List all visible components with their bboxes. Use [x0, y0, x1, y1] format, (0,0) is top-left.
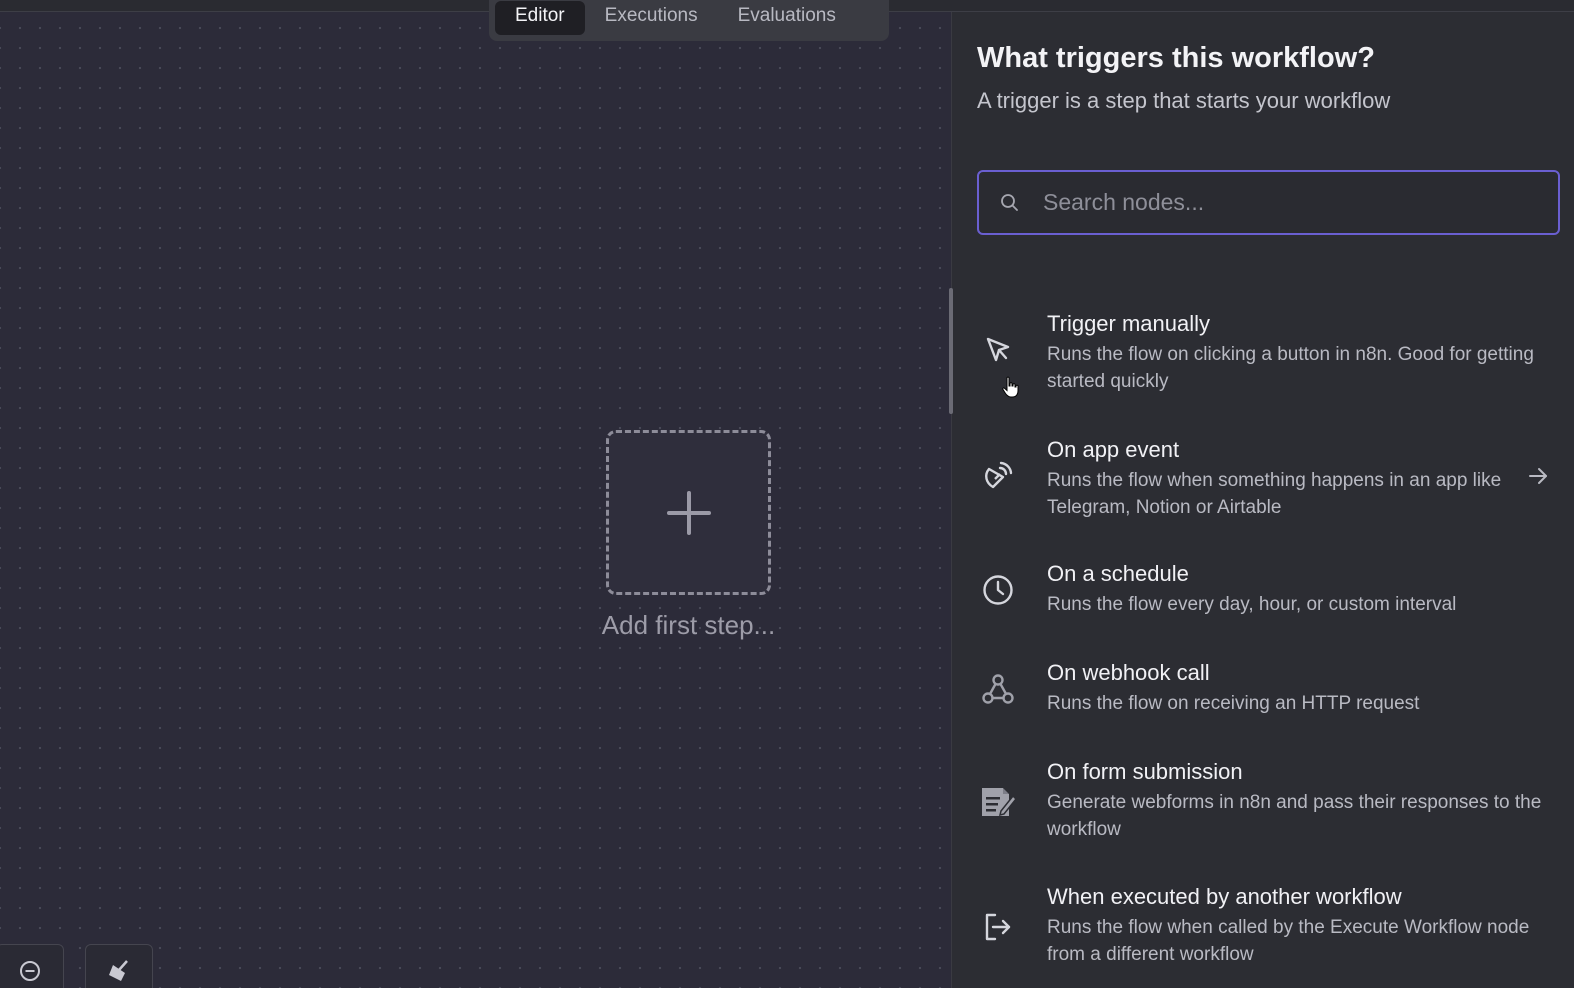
search-input[interactable] — [1041, 182, 1558, 223]
node-description: Runs the flow on clicking a button in n8… — [1047, 344, 1534, 392]
node-description: Runs the flow when called by the Execute… — [1047, 917, 1530, 965]
node-title: When executed by another workflow — [1047, 884, 1402, 909]
node-description: Generate webforms in n8n and pass their … — [1047, 792, 1542, 840]
node-title: On webhook call — [1047, 660, 1210, 685]
webhook-icon — [978, 669, 1018, 709]
node-on-schedule[interactable]: On a schedule Runs the flow every day, h… — [952, 560, 1574, 636]
tidy-up-button[interactable] — [85, 944, 153, 988]
node-title: On app event — [1047, 437, 1180, 462]
tab-evaluations[interactable]: Evaluations — [718, 1, 856, 35]
node-trigger-manually[interactable]: Trigger manually Runs the flow on clicki… — [952, 308, 1574, 408]
add-first-step-button[interactable] — [606, 430, 771, 595]
panel-subtitle: A trigger is a step that starts your wor… — [977, 88, 1391, 113]
node-on-form-submission[interactable]: On form submission Generate webforms in … — [952, 758, 1574, 858]
plus-icon — [666, 490, 711, 535]
cursor-arrow-icon — [978, 330, 1018, 370]
add-first-step-label: Add first step... — [601, 610, 776, 640]
panel-title: What triggers this workflow? — [977, 42, 1375, 74]
satellite-dish-icon — [978, 456, 1018, 496]
search-box[interactable] — [977, 170, 1560, 235]
node-description: Runs the flow on receiving an HTTP reque… — [1047, 693, 1420, 714]
search-icon — [1001, 193, 1018, 211]
trigger-panel: What triggers this workflow? A trigger i… — [952, 12, 1574, 988]
sign-out-icon — [978, 907, 1018, 947]
node-on-webhook-call[interactable]: On webhook call Runs the flow on receivi… — [952, 659, 1574, 735]
node-title: Trigger manually — [1047, 311, 1211, 336]
zoom-out-button[interactable] — [0, 944, 64, 988]
node-on-app-event[interactable]: On app event Runs the flow when somethin… — [952, 434, 1574, 534]
zoom-out-icon — [20, 961, 40, 981]
tab-editor[interactable]: Editor — [495, 0, 585, 35]
broom-icon — [109, 960, 128, 981]
node-title: On a schedule — [1047, 561, 1189, 586]
form-icon — [978, 782, 1018, 822]
view-tabs: Editor Executions Evaluations — [489, 0, 889, 41]
clock-icon — [978, 570, 1018, 610]
node-description: Runs the flow when something happens in … — [1047, 470, 1502, 518]
node-title: On form submission — [1047, 759, 1243, 784]
tab-executions[interactable]: Executions — [585, 1, 718, 35]
panel-resize-handle[interactable] — [949, 288, 953, 414]
node-description: Runs the flow every day, hour, or custom… — [1047, 594, 1457, 615]
workflow-canvas[interactable]: Add first step... — [0, 12, 951, 988]
arrow-right-icon — [1529, 468, 1547, 484]
node-executed-by-workflow[interactable]: When executed by another workflow Runs t… — [952, 883, 1574, 983]
